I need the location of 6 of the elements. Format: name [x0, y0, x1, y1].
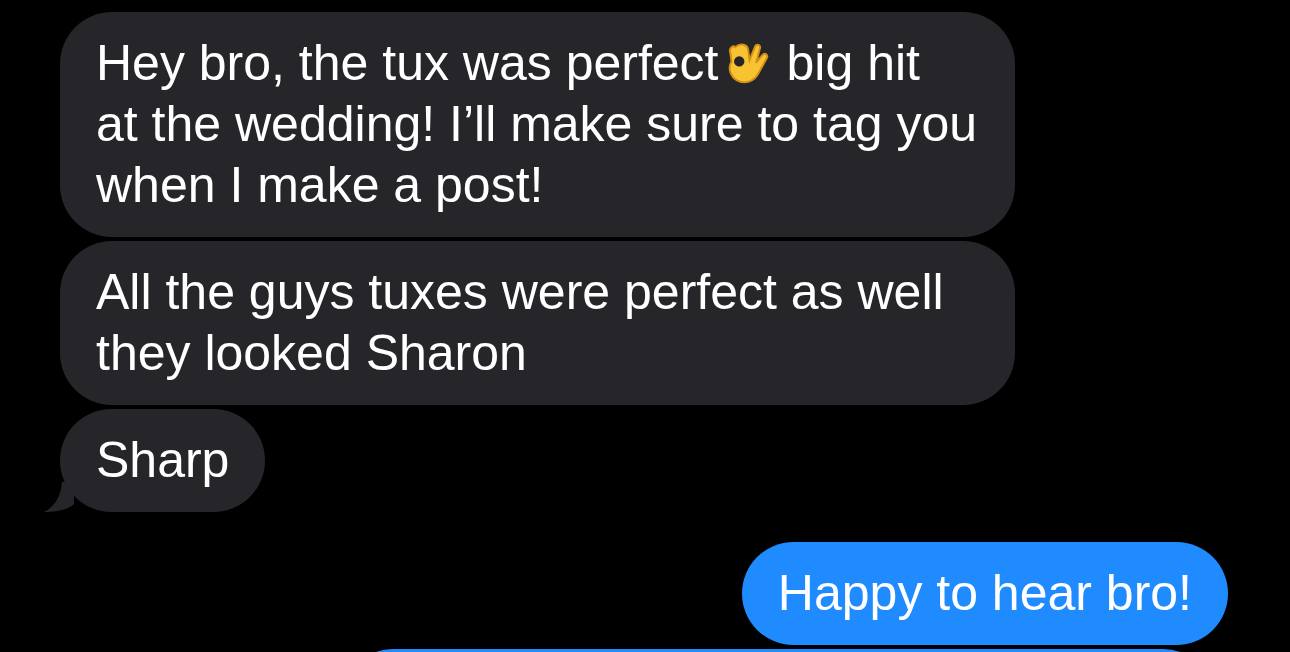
message-text: All the guys tuxes were perfect as well they looked Sharon: [96, 263, 945, 383]
message-text: Hey bro, the tux was perfect: [96, 35, 719, 91]
message-text: Sharp: [96, 431, 230, 490]
message-text: Happy to hear bro!: [777, 564, 1192, 623]
message-text: big hit: [786, 35, 920, 91]
message-text: at the wedding! I’ll make sure to tag you when I make a post!: [96, 95, 979, 215]
